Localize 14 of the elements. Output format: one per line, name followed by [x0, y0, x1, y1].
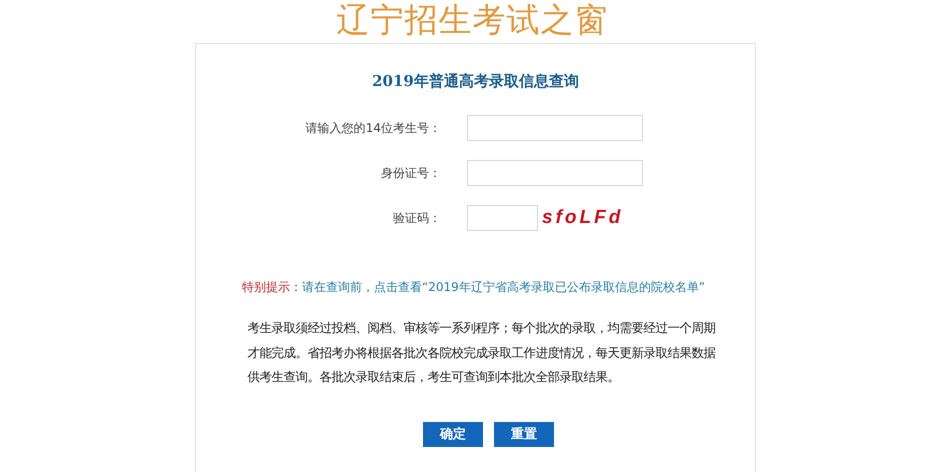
captcha-input-field[interactable] — [467, 205, 538, 231]
submit-button[interactable]: 确定 — [423, 422, 483, 446]
notice-label: 特别提示： — [242, 280, 302, 294]
field-label: 身份证号： — [380, 164, 441, 182]
input-field[interactable] — [467, 160, 643, 186]
field-label: 验证码： — [392, 210, 441, 226]
notice-link[interactable]: 请在查询前，点击查看“2019年辽宁省高考录取已公布录取信息的院校名单” — [302, 280, 705, 294]
description-text: 考生录取须经过投档、阅档、审核等一系列程序；每个批次的录取，均需要经过一个周期才能完成。省招考办将根据各批次各院校完成录取工作进度情况，每天更新录取结果数据供考生查询。各批次录取结束后，考生可查询到本批次全部录取结果。 — [248, 320, 716, 386]
field-label: 请输入您的14位考生号： — [304, 120, 441, 136]
page-heading: 2019年普通高考录取信息查询 — [372, 72, 579, 91]
input-field[interactable] — [467, 115, 643, 141]
reset-button[interactable]: 重置 — [494, 422, 554, 446]
site-title: 辽宁招生考试之窗 — [336, 0, 608, 40]
captcha-image: sfoLFd — [542, 207, 624, 229]
